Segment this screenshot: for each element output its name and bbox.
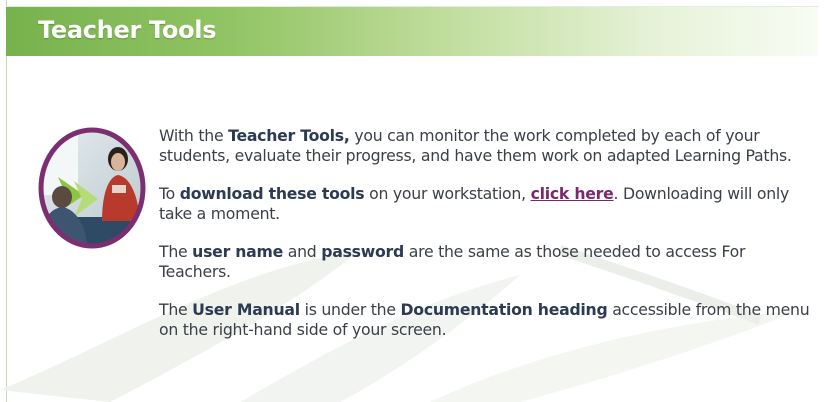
text-segment: With the <box>159 126 229 145</box>
teacher-tools-panel: Teacher Tools With the Teacher Tools, yo… <box>0 0 825 402</box>
section-header: Teacher Tools <box>6 7 818 56</box>
bold-documentation-heading: Documentation heading <box>400 300 608 319</box>
text-segment: The <box>159 300 193 319</box>
description-text: With the Teacher Tools, you can monitor … <box>159 126 821 358</box>
text-segment: The <box>159 242 193 261</box>
page-title: Teacher Tools <box>38 16 217 44</box>
click-here-link[interactable]: click here <box>531 184 614 203</box>
teacher-photo <box>36 125 148 251</box>
text-segment: is under the <box>299 300 401 319</box>
text-segment: and <box>283 242 322 261</box>
text-segment: To <box>159 184 180 203</box>
text-segment: on your workstation, <box>364 184 531 203</box>
bold-download-tools: download these tools <box>179 184 365 203</box>
bold-password: password <box>321 242 404 261</box>
credentials-paragraph: The user name and password are the same … <box>159 242 821 281</box>
bold-teacher-tools: Teacher Tools, <box>228 126 350 145</box>
manual-paragraph: The User Manual is under the Documentati… <box>159 300 821 339</box>
intro-paragraph: With the Teacher Tools, you can monitor … <box>159 126 821 165</box>
download-paragraph: To download these tools on your workstat… <box>159 184 821 223</box>
bold-user-name: user name <box>192 242 284 261</box>
bold-user-manual: User Manual <box>192 300 300 319</box>
